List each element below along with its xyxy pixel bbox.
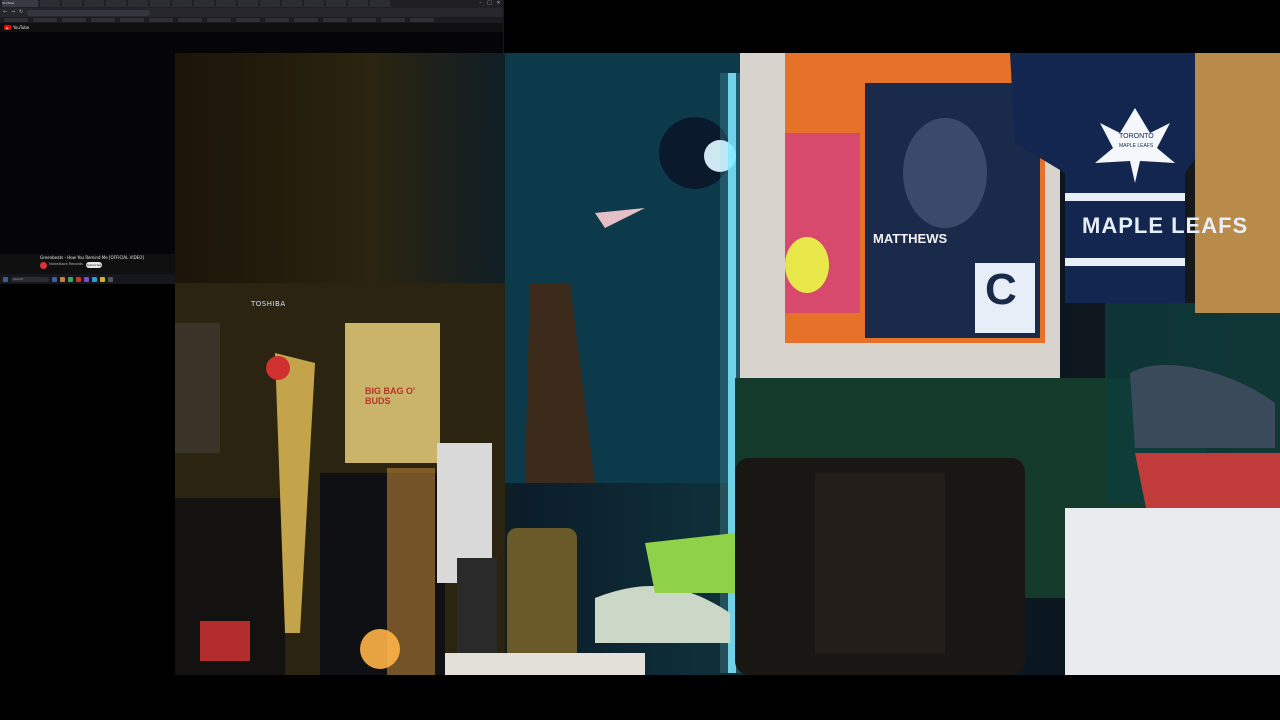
address-bar: ← → ↻ bbox=[0, 8, 503, 17]
sneaker bbox=[595, 586, 730, 643]
taskbar-app-icon[interactable] bbox=[52, 276, 57, 282]
tab-strip: YouTube – □ ✕ bbox=[0, 0, 503, 8]
washing-machine bbox=[1065, 508, 1280, 675]
browser-tab[interactable] bbox=[106, 0, 126, 7]
jersey-front-text: MAPLE LEAFS bbox=[1082, 213, 1249, 238]
channel-name[interactable]: Nickelback Records bbox=[49, 262, 83, 266]
browser-tab[interactable] bbox=[304, 0, 324, 7]
grinder-tin bbox=[457, 558, 497, 653]
bookmark-item[interactable] bbox=[323, 18, 347, 22]
bookmark-item[interactable] bbox=[91, 18, 115, 22]
back-icon[interactable]: ← bbox=[3, 10, 8, 15]
left-doorframe bbox=[175, 323, 220, 453]
taskbar-app-icon[interactable] bbox=[100, 276, 105, 282]
bookmark-item[interactable] bbox=[381, 18, 405, 22]
webcam-feed: TOSHIBA TORONTO MAPLE LEAFS MAPLE LEAFS … bbox=[175, 53, 1280, 675]
bookmark-item[interactable] bbox=[236, 18, 260, 22]
bookmark-item[interactable] bbox=[207, 18, 231, 22]
browser-tab[interactable] bbox=[238, 0, 258, 7]
right-wall bbox=[1195, 53, 1280, 313]
minimize-icon[interactable]: – bbox=[478, 0, 483, 6]
youtube-logo-icon[interactable]: ▶ bbox=[4, 25, 11, 30]
jersey-stripe bbox=[1065, 258, 1185, 266]
bookmark-item[interactable] bbox=[352, 18, 376, 22]
taskbar-search[interactable]: Search bbox=[11, 276, 49, 282]
poster-captain-letter: C bbox=[985, 265, 1017, 314]
subscribe-button[interactable]: Subscribe bbox=[86, 262, 102, 268]
video-title: Greenbeats - How You Remind Me [OFFICIAL… bbox=[40, 255, 144, 260]
browser-tab[interactable] bbox=[62, 0, 82, 7]
taskbar-app-icon[interactable] bbox=[84, 276, 89, 282]
browser-tab[interactable] bbox=[40, 0, 60, 7]
browser-tab[interactable] bbox=[260, 0, 280, 7]
browser-tab[interactable] bbox=[150, 0, 170, 7]
bookmark-item[interactable] bbox=[410, 18, 434, 22]
tab-youtube[interactable]: YouTube bbox=[2, 0, 38, 7]
bookmark-item[interactable] bbox=[294, 18, 318, 22]
maximize-icon[interactable]: □ bbox=[487, 0, 492, 6]
jersey-crest-line-1: TORONTO bbox=[1119, 133, 1154, 140]
browser-tab[interactable] bbox=[216, 0, 236, 7]
browser-tab[interactable] bbox=[172, 0, 192, 7]
taskbar-app-icon[interactable] bbox=[76, 276, 81, 282]
browser-tab[interactable] bbox=[128, 0, 148, 7]
poster-sticker bbox=[785, 237, 829, 293]
monitor-brand-label: TOSHIBA bbox=[251, 300, 286, 308]
browser-tab[interactable] bbox=[326, 0, 346, 7]
url-input[interactable] bbox=[27, 9, 150, 16]
site-name[interactable]: YouTube bbox=[13, 25, 29, 30]
bookmark-item[interactable] bbox=[62, 18, 86, 22]
reload-icon[interactable]: ↻ bbox=[19, 10, 24, 15]
bookmark-item[interactable] bbox=[178, 18, 202, 22]
browser-tab[interactable] bbox=[282, 0, 302, 7]
taskbar-app-icon[interactable] bbox=[68, 276, 73, 282]
close-icon[interactable]: ✕ bbox=[496, 0, 501, 6]
bag-label: BIG BAG O' BUDS bbox=[365, 386, 416, 406]
bookmark-item[interactable] bbox=[120, 18, 144, 22]
taskbar-app-icon[interactable] bbox=[108, 276, 113, 282]
start-icon[interactable] bbox=[3, 276, 8, 282]
channel-avatar[interactable] bbox=[40, 262, 47, 269]
sneaker-neon bbox=[645, 533, 735, 593]
poster-player-name: MATTHEWS bbox=[873, 231, 948, 246]
browser-tab[interactable] bbox=[194, 0, 214, 7]
jersey-crest-line-2: MAPLE LEAFS bbox=[1119, 143, 1154, 149]
jersey-stripe bbox=[1065, 193, 1185, 201]
bookmark-item[interactable] bbox=[149, 18, 173, 22]
glass-jar bbox=[507, 528, 577, 673]
bookmark-item[interactable] bbox=[265, 18, 289, 22]
beer-can-label bbox=[200, 621, 250, 661]
browser-tab[interactable] bbox=[84, 0, 104, 7]
taskbar-app-icon[interactable] bbox=[92, 276, 97, 282]
chair-backrest bbox=[815, 473, 945, 653]
poster-player-head bbox=[903, 118, 987, 228]
window-controls: – □ ✕ bbox=[478, 0, 501, 6]
browser-tab[interactable] bbox=[348, 0, 368, 7]
webcam-scene bbox=[175, 53, 1280, 675]
candle bbox=[360, 629, 400, 669]
taskbar-app-icon[interactable] bbox=[60, 276, 65, 282]
bookmark-item[interactable] bbox=[33, 18, 57, 22]
desk-paper bbox=[445, 653, 645, 675]
browser-tab[interactable] bbox=[370, 0, 390, 7]
forward-icon[interactable]: → bbox=[11, 10, 16, 15]
bookmark-item[interactable] bbox=[4, 18, 28, 22]
youtube-header: ▶ YouTube bbox=[0, 23, 503, 32]
rose bbox=[266, 356, 290, 380]
